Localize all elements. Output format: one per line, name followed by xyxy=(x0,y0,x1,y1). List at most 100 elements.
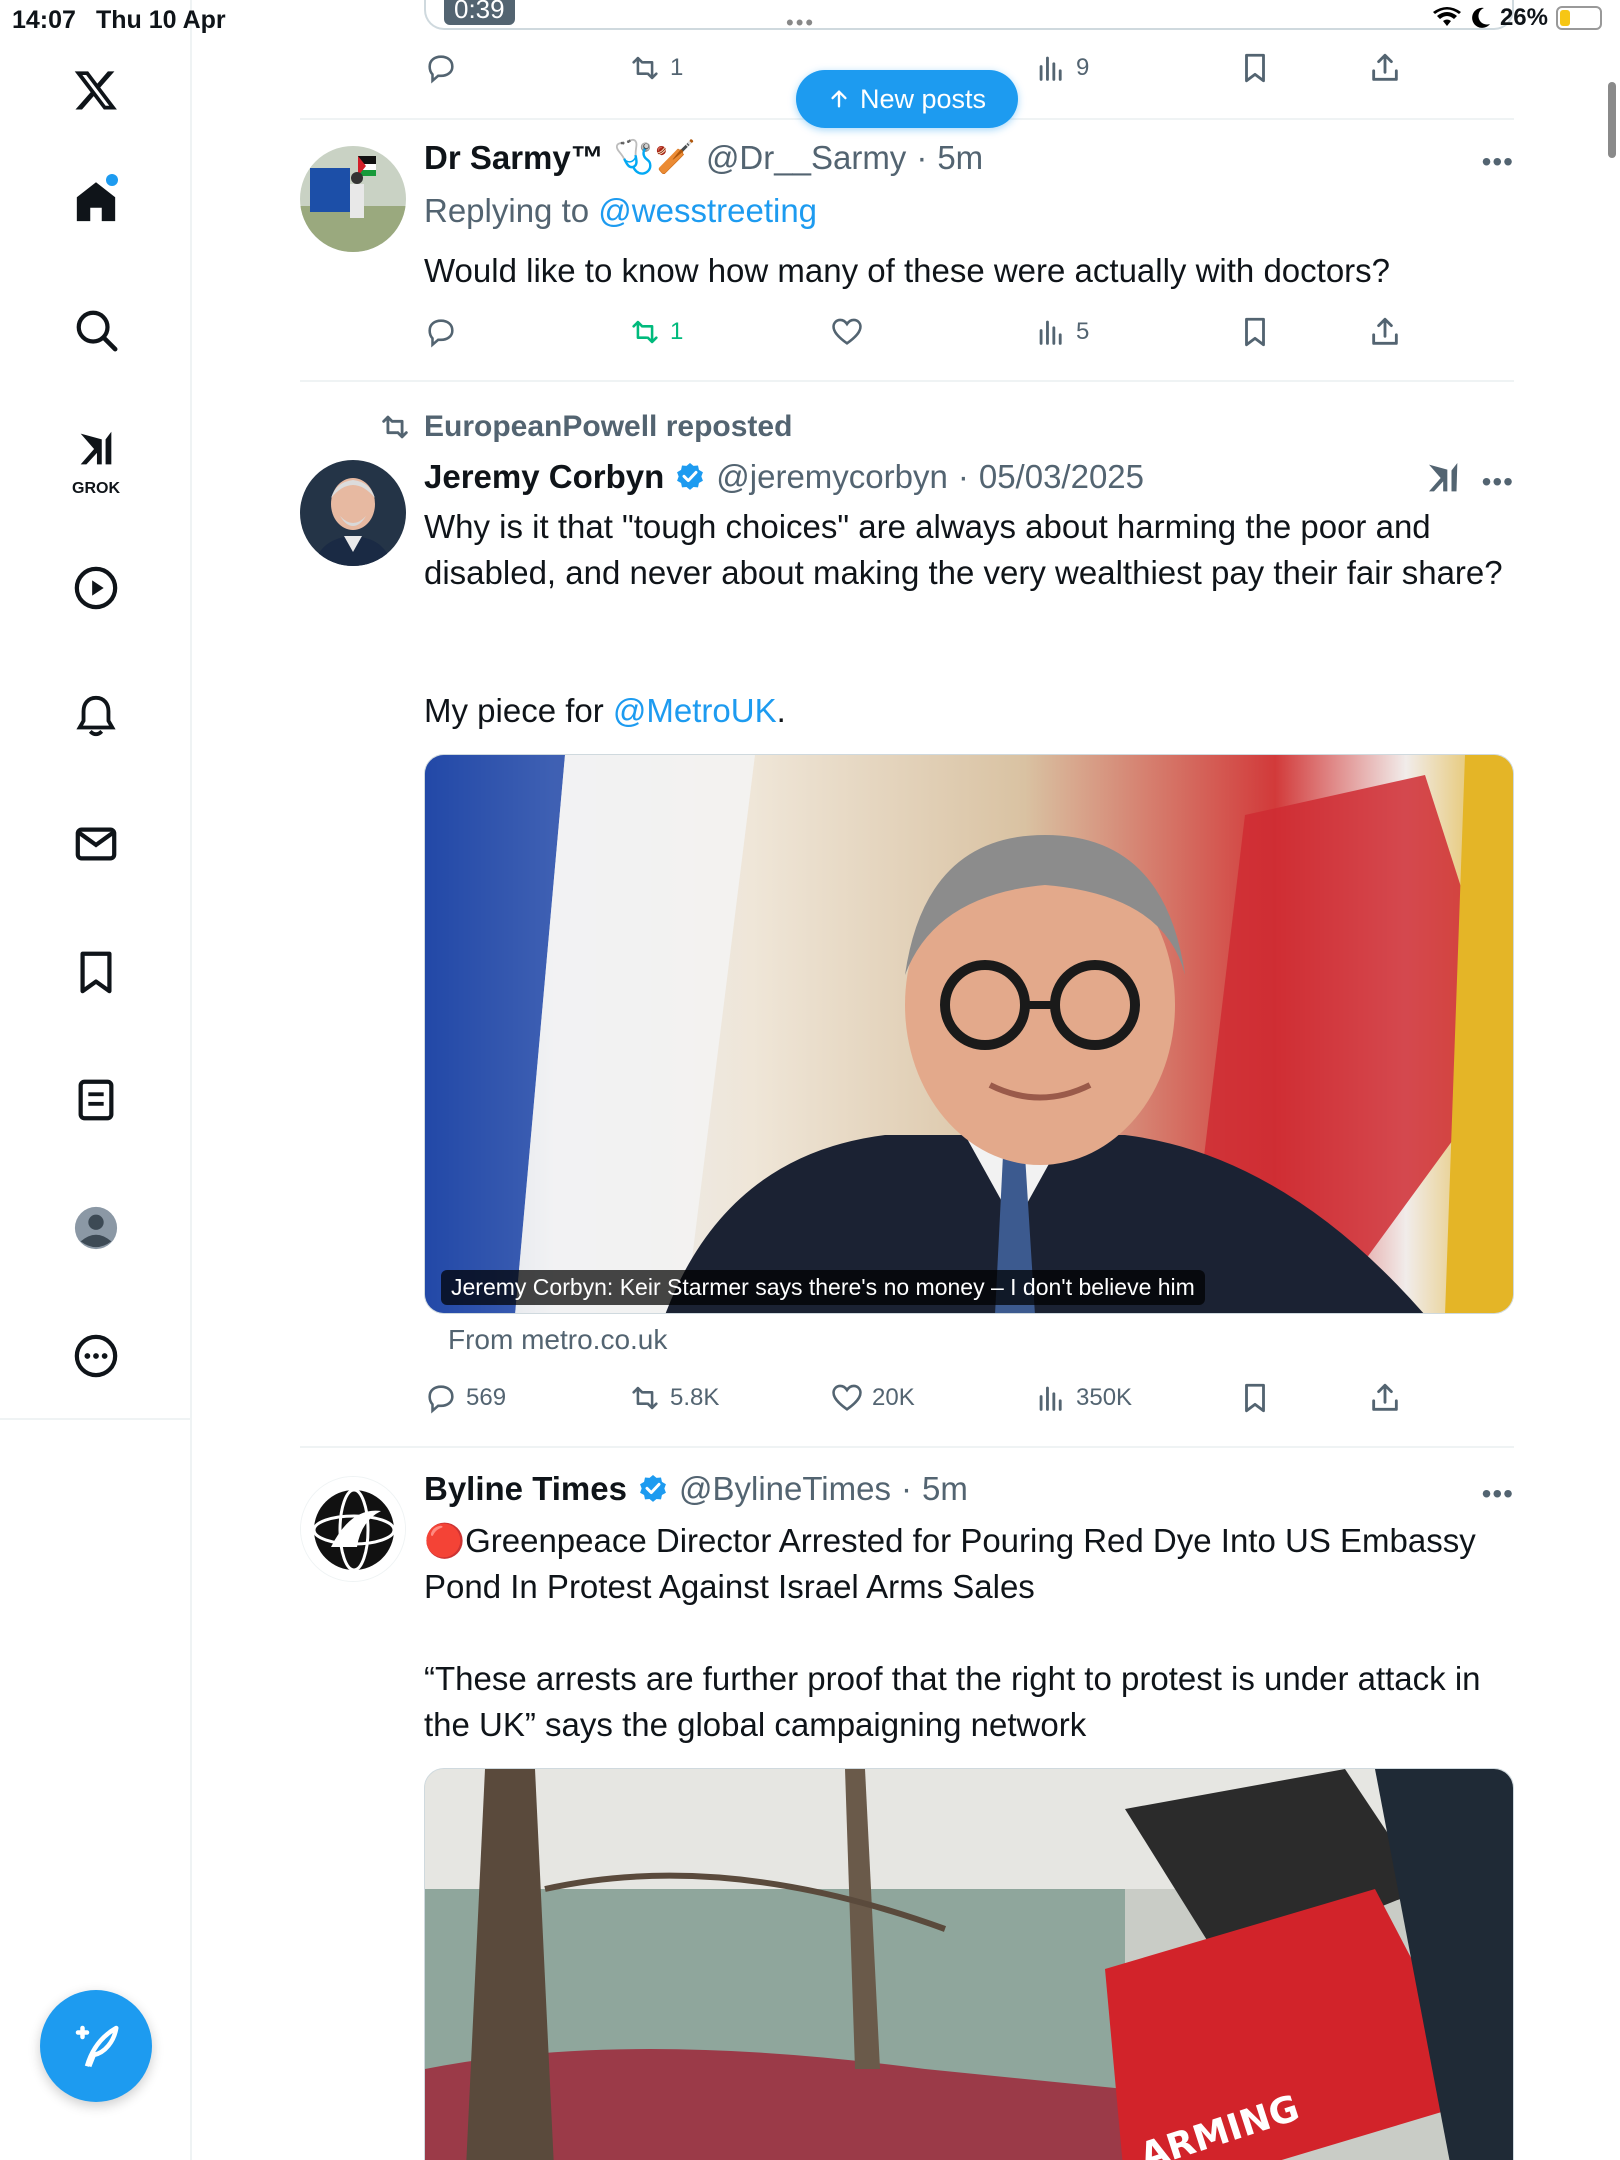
share-icon xyxy=(1372,1383,1398,1411)
reply-count: 569 xyxy=(466,1384,507,1411)
wifi-icon xyxy=(1432,7,1461,26)
mail-icon[interactable] xyxy=(48,796,144,892)
bookmark-icon xyxy=(1245,1383,1265,1413)
divider xyxy=(300,380,1514,382)
starmer-photo xyxy=(425,755,1513,1313)
views-button[interactable]: 350K xyxy=(1034,1381,1132,1415)
play-icon[interactable] xyxy=(48,540,144,636)
avatar[interactable] xyxy=(300,146,406,252)
post-time[interactable]: 5m xyxy=(937,139,983,177)
views-button[interactable]: 5 xyxy=(1034,315,1089,349)
like-count: 20K xyxy=(872,1384,915,1411)
author-handle[interactable]: @jeremycorbyn xyxy=(716,458,948,496)
reply-button[interactable] xyxy=(424,315,458,349)
reply-button[interactable] xyxy=(424,51,458,85)
author-handle[interactable]: @BylineTimes xyxy=(679,1470,891,1508)
heart-icon xyxy=(832,318,862,345)
avatar[interactable] xyxy=(300,1476,406,1582)
new-posts-button[interactable]: New posts xyxy=(796,70,1018,128)
share-button[interactable] xyxy=(1368,315,1402,349)
verified-badge-icon xyxy=(640,1475,666,1502)
scrollbar[interactable] xyxy=(1608,82,1616,158)
reply-icon xyxy=(428,55,454,84)
home-icon[interactable] xyxy=(48,154,144,250)
like-button[interactable]: 20K xyxy=(830,1381,915,1415)
heart-icon xyxy=(832,1384,862,1411)
list-icon[interactable] xyxy=(48,1052,144,1148)
link-card-title: Jeremy Corbyn: Keir Starmer says there's… xyxy=(441,1270,1205,1305)
avatar-icon[interactable] xyxy=(48,1180,144,1276)
grok-label: GROK xyxy=(72,480,120,497)
more-options-icon[interactable]: ••• xyxy=(1482,466,1514,498)
status-time: 14:07 xyxy=(12,6,76,34)
verified-badge-icon xyxy=(677,463,704,490)
separator-dot: · xyxy=(957,458,969,495)
views-icon xyxy=(1039,1386,1062,1411)
bell-icon[interactable] xyxy=(48,668,144,764)
post-text: 🔴Greenpeace Director Arrested for Pourin… xyxy=(424,1522,1476,1605)
repost-icon xyxy=(382,415,408,439)
notification-dot xyxy=(106,174,118,186)
more-options-icon[interactable]: ••• xyxy=(1482,146,1514,178)
repost-by-label[interactable]: EuropeanPowell reposted xyxy=(424,410,792,444)
repost-indicator: EuropeanPowell reposted xyxy=(378,410,792,444)
post-time[interactable]: 05/03/2025 xyxy=(979,458,1144,496)
link-card-image[interactable]: Jeremy Corbyn: Keir Starmer says there's… xyxy=(424,754,1514,1314)
repost-button[interactable]: 1 xyxy=(628,51,683,85)
link-source[interactable]: From metro.co.uk xyxy=(448,1324,667,1356)
share-button[interactable] xyxy=(1368,51,1402,85)
arrow-up-icon xyxy=(831,90,847,108)
bookmark-button[interactable] xyxy=(1238,51,1272,85)
repost-icon xyxy=(632,320,658,344)
share-icon xyxy=(1372,317,1398,345)
status-bar: 14:07 Thu 10 Apr ••• 26% xyxy=(0,0,1620,40)
status-indicators: 26% xyxy=(1432,4,1602,32)
author-name[interactable]: Dr Sarmy™ xyxy=(424,139,604,177)
separator-dot: · xyxy=(900,1470,912,1507)
text-suffix: . xyxy=(776,692,786,729)
search-icon[interactable] xyxy=(48,282,144,378)
protest-photo: ARMING xyxy=(425,1769,1513,2160)
bookmark-icon xyxy=(1245,53,1265,83)
repost-button[interactable]: 5.8K xyxy=(628,1381,719,1415)
action-bar: 569 5.8K 20K 350K xyxy=(424,1376,1404,1420)
author-name[interactable]: Jeremy Corbyn xyxy=(424,458,664,496)
multitask-dots[interactable]: ••• xyxy=(786,10,815,36)
post-header: Jeremy Corbyn @jeremycorbyn · 05/03/2025 xyxy=(424,458,1144,496)
bookmark-button[interactable] xyxy=(1238,315,1272,349)
author-handle[interactable]: @Dr__Sarmy xyxy=(706,139,906,177)
replying-to-link[interactable]: @wesstreeting xyxy=(598,192,817,229)
repost-icon xyxy=(632,56,658,80)
bookmark-icon[interactable] xyxy=(48,924,144,1020)
post-time[interactable]: 5m xyxy=(922,1470,968,1508)
more-options-icon[interactable]: ••• xyxy=(1482,1478,1514,1510)
repost-icon xyxy=(632,1386,658,1410)
bookmark-button[interactable] xyxy=(1238,1381,1272,1415)
avatar[interactable] xyxy=(300,460,406,566)
repost-button[interactable]: 1 xyxy=(628,315,683,349)
reply-button[interactable]: 569 xyxy=(424,1381,506,1415)
post-header: Byline Times @BylineTimes · 5m xyxy=(424,1470,968,1508)
mention-link[interactable]: @MetroUK xyxy=(613,692,777,729)
author-name[interactable]: Byline Times xyxy=(424,1470,627,1508)
compose-button[interactable] xyxy=(40,1990,152,2102)
status-date: Thu 10 Apr xyxy=(96,6,226,34)
like-button[interactable] xyxy=(830,315,864,349)
compose-icon xyxy=(75,2025,119,2068)
post-header: Dr Sarmy™ 🩺🏏 @Dr__Sarmy · 5m xyxy=(424,138,983,177)
replying-prefix: Replying to xyxy=(424,192,590,229)
more-circle-icon[interactable] xyxy=(48,1308,144,1404)
share-button[interactable] xyxy=(1368,1381,1402,1415)
views-button[interactable]: 9 xyxy=(1034,51,1089,85)
battery-percent: 26% xyxy=(1499,4,1548,31)
views-count: 350K xyxy=(1076,1384,1133,1411)
bookmark-icon xyxy=(1245,317,1265,347)
post-image[interactable]: ARMING xyxy=(424,1768,1514,2160)
post-text-2: “These arrests are further proof that th… xyxy=(424,1660,1481,1743)
grok-icon[interactable] xyxy=(1424,458,1464,498)
x-logo-icon[interactable] xyxy=(48,42,144,138)
grok-icon[interactable]: GROK xyxy=(48,408,144,504)
action-bar: 1 5 xyxy=(424,310,1404,354)
new-posts-label: New posts xyxy=(859,83,987,114)
post-text: Would like to know how many of these wer… xyxy=(424,252,1391,289)
